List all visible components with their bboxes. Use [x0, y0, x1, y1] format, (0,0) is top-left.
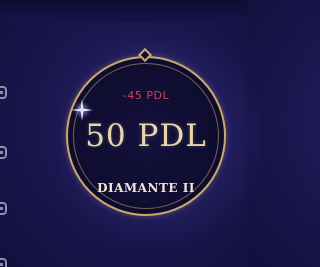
lock-icon [0, 258, 7, 267]
top-bar [0, 0, 247, 22]
lp-total-label: 50 PDL [85, 118, 207, 154]
lock-icon [0, 86, 7, 99]
lp-change-label: -45 PDL [122, 89, 170, 102]
lp-emblem: -45 PDL 50 PDL DIAMANTE II [66, 47, 226, 216]
lock-icon [0, 146, 7, 159]
lock-icon [0, 202, 7, 215]
rank-label: DIAMANTE II [97, 181, 195, 195]
